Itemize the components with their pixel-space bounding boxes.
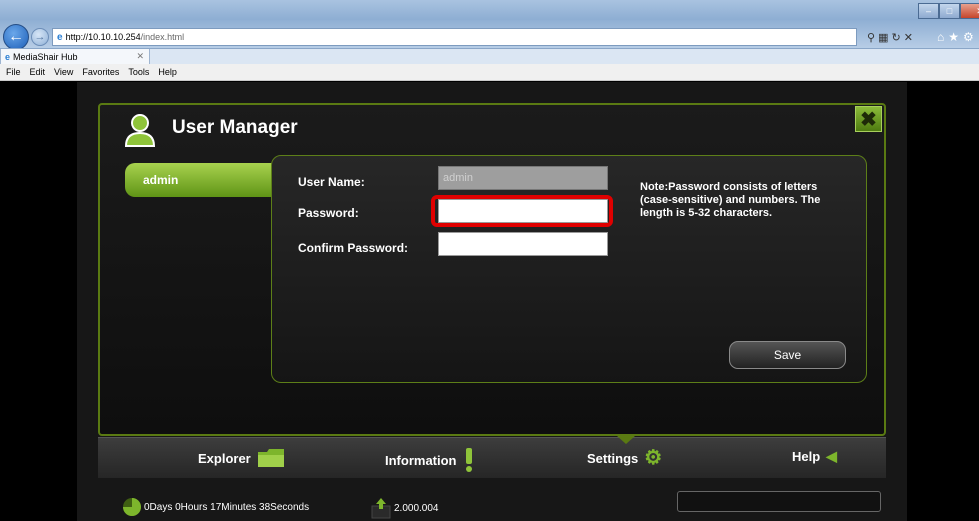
nav-settings[interactable]: Settings ⚙ [587,448,662,468]
password-note: Note:Password consists of letters (case-… [640,181,821,219]
menu-tools[interactable]: Tools [128,67,149,77]
help-arrow-icon: ◀ [826,448,837,464]
nav-information[interactable]: Information [385,448,475,472]
panel-title: User Manager [172,117,298,138]
forward-arrow-icon[interactable]: → [31,28,49,46]
address-tools: ⚲ ▦ ↻ ✕ [867,28,913,46]
username-label: User Name: [298,175,365,189]
back-arrow-icon[interactable]: ← [3,24,29,50]
close-icon[interactable]: ✖ [855,106,882,132]
menu-bar: File Edit View Favorites Tools Help [0,64,979,81]
nav-help-label: Help [792,449,821,464]
browser-tab[interactable]: e MediaShair Hub ✕ [0,49,150,65]
settings-gear-icon: ⚙ [644,447,663,469]
window-controls: – □ ✕ [918,3,979,19]
menu-edit[interactable]: Edit [30,67,46,77]
tab-row: e MediaShair Hub ✕ [0,48,979,65]
minimize-icon[interactable]: – [918,3,939,19]
folder-icon [257,449,284,467]
nav-explorer[interactable]: Explorer [198,448,285,468]
refresh-icon[interactable]: ↻ [891,31,900,44]
nav-settings-label: Settings [587,450,639,466]
stop-icon[interactable]: ✕ [904,31,913,44]
compat-view-icon[interactable]: ▦ [878,31,888,44]
nav-explorer-label: Explorer [198,450,251,466]
browser-icons: ⌂ ★ ⚙ [937,28,974,46]
username-field [438,166,608,190]
save-button[interactable]: Save [729,341,846,369]
menu-help[interactable]: Help [158,67,177,77]
nav-help[interactable]: Help ◀ [792,448,837,465]
version-text: 2.000.004 [394,502,439,514]
firmware-box-icon [371,498,391,519]
nav-information-label: Information [385,452,457,468]
address-bar[interactable]: e http://10.10.10.254 /index.html [52,28,857,46]
user-icon [124,114,156,147]
uptime-status: 0Days 0Hours 17Minutes 38Seconds [122,497,309,517]
search-icon[interactable]: ⚲ [867,31,875,44]
clock-icon [123,498,141,516]
menu-view[interactable]: View [54,67,73,77]
sidebar-item-admin[interactable]: admin [125,163,275,197]
password-label: Password: [298,206,359,220]
tab-close-icon[interactable]: ✕ [136,51,144,62]
ie-icon: e [57,31,63,43]
tab-ie-icon: e [5,51,11,62]
url-path: /index.html [140,32,185,42]
menu-favorites[interactable]: Favorites [82,67,119,77]
home-icon[interactable]: ⌂ [937,30,944,44]
version-status: 2.000.004 [370,497,439,519]
confirm-password-label: Confirm Password: [298,241,409,255]
password-field[interactable] [438,199,608,223]
tab-title: MediaShair Hub [13,51,78,62]
menu-file[interactable]: File [6,67,21,77]
url-host: http://10.10.10.254 [65,32,141,42]
maximize-icon[interactable]: □ [939,3,960,19]
uptime-text: 0Days 0Hours 17Minutes 38Seconds [144,501,310,513]
window-close-icon[interactable]: ✕ [960,3,979,19]
browser-toolbar: ← → e http://10.10.10.254 /index.html ⚲ … [0,0,979,50]
exclamation-icon [465,448,472,472]
favorites-star-icon[interactable]: ★ [948,30,959,44]
gear-icon[interactable]: ⚙ [963,30,974,44]
confirm-password-field[interactable] [438,232,608,256]
active-nav-pointer [617,436,635,444]
status-field [677,491,881,512]
